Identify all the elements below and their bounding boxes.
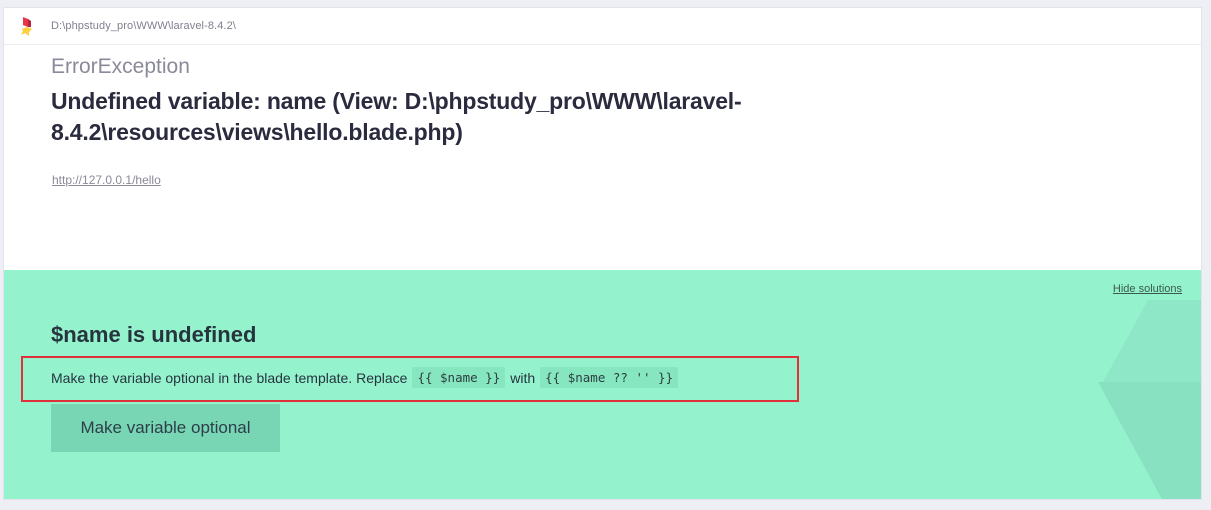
solution-title: $name is undefined	[51, 322, 257, 347]
error-message: Undefined variable: name (View: D:\phpst…	[51, 88, 742, 145]
solution-desc-with: with	[510, 369, 536, 386]
code-to: {{ $name ?? '' }}	[540, 367, 679, 388]
request-url-link[interactable]: http://127.0.0.1/hello	[52, 173, 161, 187]
topbar: D:\phpstudy_pro\WWW\laravel-8.4.2\	[4, 8, 1201, 45]
make-variable-optional-button[interactable]: Make variable optional	[51, 404, 280, 452]
solution-section: Hide solutions $name is undefined Make t…	[4, 270, 1201, 499]
error-page-panel: D:\phpstudy_pro\WWW\laravel-8.4.2\ Error…	[3, 7, 1202, 500]
hide-solutions-link[interactable]: Hide solutions	[1113, 283, 1182, 295]
ignition-logo-icon	[20, 15, 36, 37]
decorative-shapes	[1098, 300, 1201, 499]
solution-desc-prefix: Make the variable optional in the blade …	[51, 369, 408, 386]
code-from: {{ $name }}	[412, 367, 506, 388]
app-path: D:\phpstudy_pro\WWW\laravel-8.4.2\	[51, 20, 236, 32]
exception-class: ErrorException	[51, 55, 190, 78]
solution-description: Make the variable optional in the blade …	[51, 367, 679, 388]
